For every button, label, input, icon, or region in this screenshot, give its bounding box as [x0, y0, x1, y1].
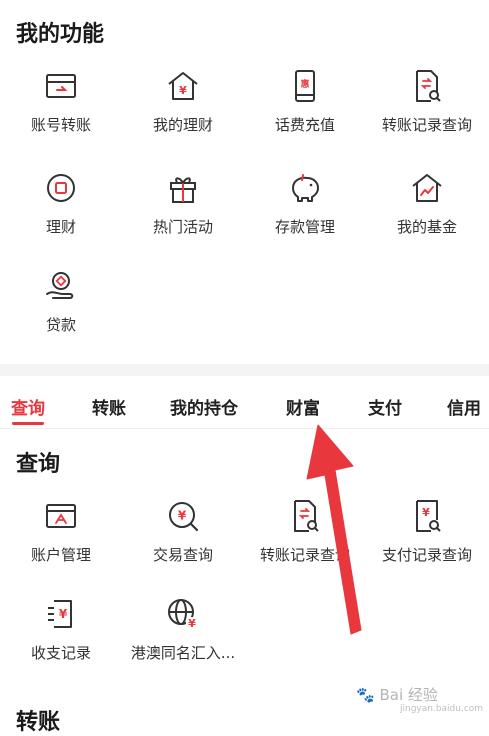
watermark-url: jingyan.baidu.com [400, 704, 484, 714]
section-divider [0, 364, 489, 376]
yuan-house-icon: ¥ [168, 72, 198, 100]
finance-circle-icon [47, 174, 75, 202]
svg-text:惠: 惠 [300, 78, 309, 90]
income-expense-icon: ¥ [48, 600, 72, 628]
tab-payment[interactable]: 支付 [368, 394, 402, 419]
transfer-record-icon [416, 70, 441, 102]
yuan-search-icon: ¥ [169, 502, 199, 532]
loan-label: 贷款 [45, 316, 76, 334]
transfer-section-title: 转账 [16, 710, 61, 735]
transfer-record-query-label: 转账记录查询 [381, 116, 472, 134]
account-card-icon [46, 504, 76, 528]
gift-icon [170, 177, 196, 203]
my-functions-title: 我的功能 [16, 22, 105, 47]
paw-icon: 🐾 [356, 686, 375, 704]
svg-text:¥: ¥ [422, 506, 430, 519]
transaction-query-label: 交易查询 [152, 546, 213, 564]
transfer-record-query-label-2: 转账记录查询 [259, 546, 350, 564]
globe-yuan-icon: ¥ [168, 599, 198, 630]
payment-record-query-button[interactable]: ¥ 支付记录查询 [366, 498, 488, 565]
loan-hand-icon [46, 272, 74, 299]
my-wealth-button[interactable]: ¥ 我的理财 [122, 68, 244, 135]
my-wealth-label: 我的理财 [152, 116, 213, 134]
loan-button[interactable]: 贷款 [0, 268, 122, 335]
my-fund-label: 我的基金 [396, 218, 457, 236]
fund-house-icon [412, 174, 442, 202]
svg-text:¥: ¥ [179, 84, 187, 97]
account-management-button[interactable]: 账户管理 [0, 498, 122, 565]
transfer-record-icon [294, 500, 319, 532]
active-tab-indicator [12, 422, 44, 425]
category-tab-bar: 查询 转账 我的持仓 财富 支付 信用 [0, 376, 489, 429]
deposit-management-button[interactable]: 存款管理 [244, 170, 366, 237]
baidu-jingyan-watermark: 🐾 Bai 经验 jingyan.baidu.com [356, 684, 483, 714]
phone-recharge-label: 话费充值 [274, 116, 335, 134]
svg-text:¥: ¥ [178, 509, 187, 523]
tab-query[interactable]: 查询 [11, 394, 45, 419]
hot-activities-label: 热门活动 [152, 218, 213, 236]
svg-text:¥: ¥ [188, 617, 196, 630]
deposit-management-label: 存款管理 [274, 218, 335, 236]
tab-my-holdings[interactable]: 我的持仓 [170, 394, 238, 419]
query-section-title: 查询 [16, 452, 61, 477]
phone-recharge-button[interactable]: 惠 话费充值 [244, 68, 366, 135]
hot-activities-button[interactable]: 热门活动 [122, 170, 244, 237]
piggy-bank-icon [292, 174, 319, 202]
tab-wealth[interactable]: 财富 [286, 394, 320, 419]
transfer-record-query-button[interactable]: 转账记录查询 [366, 68, 488, 135]
finance-button[interactable]: 理财 [0, 170, 122, 237]
phone-recharge-icon: 惠 [295, 70, 315, 102]
transfer-record-query-button-2[interactable]: 转账记录查询 [244, 498, 366, 565]
account-transfer-icon [46, 74, 76, 98]
income-expense-record-label: 收支记录 [30, 644, 91, 662]
watermark-text: Bai 经验 [379, 686, 438, 704]
hk-macau-remittance-label: 港澳同名汇入... [130, 644, 236, 662]
transaction-query-button[interactable]: ¥ 交易查询 [122, 498, 244, 565]
payment-record-icon: ¥ [416, 500, 441, 532]
payment-record-query-label: 支付记录查询 [381, 546, 472, 564]
account-transfer-button[interactable]: 账号转账 [0, 68, 122, 135]
income-expense-record-button[interactable]: ¥ 收支记录 [0, 596, 122, 663]
my-fund-button[interactable]: 我的基金 [366, 170, 488, 237]
finance-label: 理财 [45, 218, 76, 236]
tab-transfer[interactable]: 转账 [92, 394, 126, 419]
account-transfer-label: 账号转账 [30, 116, 91, 134]
svg-text:¥: ¥ [59, 607, 68, 621]
account-management-label: 账户管理 [30, 546, 91, 564]
hk-macau-remittance-button[interactable]: ¥ 港澳同名汇入... [122, 596, 244, 663]
tab-credit[interactable]: 信用 [447, 394, 481, 419]
